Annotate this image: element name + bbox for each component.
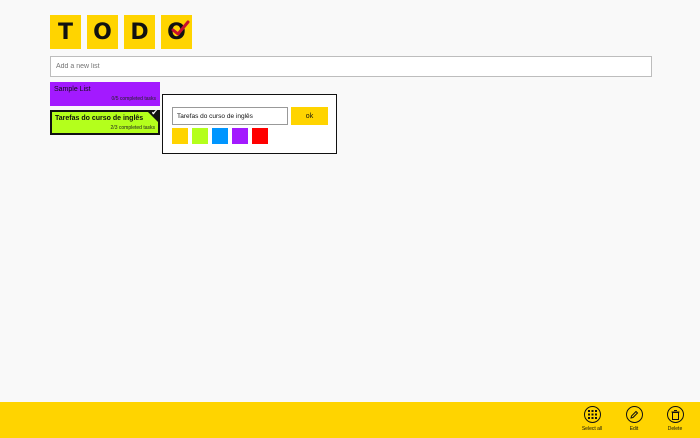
swatch-red[interactable]: [252, 128, 268, 144]
list-name: Tarefas do curso de inglês: [55, 115, 144, 122]
app-logo: T O D O: [50, 15, 192, 49]
list-item-tarefas[interactable]: ✔ Tarefas do curso de inglês 2/3 complet…: [50, 108, 160, 135]
list-count: 2/3 completed tasks: [110, 125, 155, 131]
edit-list-popup: ok: [162, 94, 337, 154]
swatch-green[interactable]: [192, 128, 208, 144]
list-count: 0/5 completed tasks: [111, 96, 156, 102]
ok-button[interactable]: ok: [291, 107, 328, 125]
logo-tile-o: O: [87, 15, 118, 49]
grid-icon: [583, 406, 601, 423]
logo-letter: T: [57, 19, 73, 45]
logo-letter: O: [93, 19, 112, 45]
new-list-input[interactable]: [50, 56, 652, 77]
swatch-yellow[interactable]: [172, 128, 188, 144]
list-name: Sample List: [54, 86, 91, 93]
swatch-purple[interactable]: [232, 128, 248, 144]
select-all-label: Select all: [581, 426, 603, 432]
app-bar: Select all Edit Delete: [0, 402, 700, 438]
app-window: T O D O Sample List 0/5 completed tasks …: [0, 0, 700, 438]
logo-letter: D: [130, 19, 149, 45]
edit-button[interactable]: Edit: [614, 406, 654, 432]
edit-label: Edit: [629, 426, 639, 432]
list-item-sample-list[interactable]: Sample List 0/5 completed tasks: [50, 82, 160, 106]
color-swatches: [172, 128, 268, 144]
list-name-field[interactable]: [172, 107, 288, 125]
logo-tile-d: D: [124, 15, 155, 49]
logo-tile-t: T: [50, 15, 81, 49]
delete-label: Delete: [667, 426, 683, 432]
selected-check-icon: ✔: [151, 108, 158, 117]
select-all-button[interactable]: Select all: [572, 406, 612, 432]
swatch-blue[interactable]: [212, 128, 228, 144]
logo-tile-o-check: O: [161, 15, 192, 49]
pencil-icon: [625, 406, 643, 423]
check-icon: [171, 20, 190, 36]
delete-button[interactable]: Delete: [655, 406, 695, 432]
trash-icon: [666, 406, 684, 423]
